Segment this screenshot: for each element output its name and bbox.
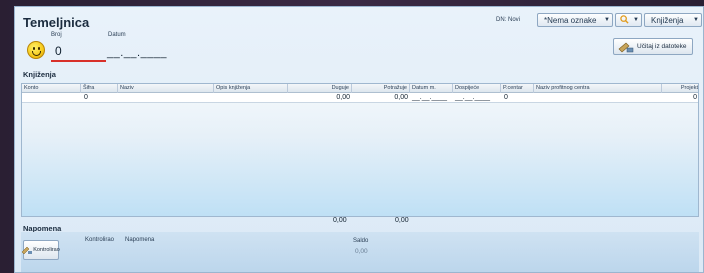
- col-datum-m[interactable]: Datum m.: [410, 84, 453, 93]
- cell-duguje[interactable]: 0,00: [288, 93, 350, 103]
- cell-projekt[interactable]: 0: [662, 93, 697, 103]
- col-potrazuje[interactable]: Potražuje: [352, 84, 410, 93]
- col-projekt[interactable]: Projekt: [662, 84, 700, 93]
- dn-status: DN: Novi: [496, 17, 521, 23]
- kontrolirao-button[interactable]: Kontrolirao: [21, 240, 60, 260]
- cell-dospijece[interactable]: __.__.____: [455, 93, 490, 103]
- datum-input[interactable]: __.__.____: [107, 47, 167, 59]
- broj-label: Broj: [51, 32, 62, 38]
- kontrolirao-button-label: Kontrolirao: [33, 247, 60, 253]
- import-icon: [618, 41, 634, 53]
- smiley-icon: [27, 41, 45, 59]
- broj-input[interactable]: 0: [55, 44, 62, 58]
- ucitaj-button-label: Učitaj iz datoteke: [637, 43, 687, 50]
- page-title: Temeljnica: [23, 15, 90, 30]
- temeljnica-window: Temeljnica Broj 0 Datum __.__.____ DN: N…: [14, 6, 704, 273]
- cell-datum-m[interactable]: __.__.____: [412, 93, 447, 103]
- col-naziv[interactable]: Naziv: [118, 84, 214, 93]
- col-dospijece[interactable]: Dospijeće: [453, 84, 501, 93]
- col-sifra[interactable]: Šifra: [81, 84, 118, 93]
- ucitaj-iz-datoteke-button[interactable]: Učitaj iz datoteke: [613, 38, 693, 55]
- cell-potrazuje[interactable]: 0,00: [352, 93, 408, 103]
- col-pcentar[interactable]: P.centar: [501, 84, 534, 93]
- napomena-label: Napomena: [125, 237, 155, 243]
- chevron-down-icon: ▼: [633, 17, 639, 23]
- chevron-down-icon: ▼: [604, 17, 610, 23]
- saldo-label: Saldo: [353, 238, 369, 244]
- knjizenja-select-value: Knjiženja: [651, 15, 684, 25]
- knjizenja-select[interactable]: Knjiženja ▼: [644, 13, 702, 27]
- total-potrazuje: 0,00: [395, 217, 409, 224]
- col-naziv-pc[interactable]: Naziv profitnog centra: [534, 84, 662, 93]
- saldo-value: 0,00: [355, 248, 368, 255]
- chevron-down-icon: ▼: [693, 17, 699, 23]
- cell-sifra[interactable]: 0: [84, 93, 88, 103]
- grid-header: Konto Šifra Naziv Opis knjiženja Duguje …: [22, 84, 698, 93]
- oznake-select[interactable]: *Nema oznake ▼: [537, 13, 613, 27]
- oznake-select-value: *Nema oznake: [544, 15, 597, 25]
- broj-input-underline: [51, 60, 106, 62]
- col-opis[interactable]: Opis knjiženja: [214, 84, 288, 93]
- cell-pcentar[interactable]: 0: [504, 93, 508, 103]
- knjizenja-grid[interactable]: Konto Šifra Naziv Opis knjiženja Duguje …: [21, 83, 699, 217]
- total-duguje: 0,00: [333, 217, 347, 224]
- table-row[interactable]: 0 0,00 0,00 __.__.____ __.__.____ 0 0: [22, 93, 698, 103]
- col-duguje[interactable]: Duguje: [288, 84, 352, 93]
- search-button[interactable]: ▼: [615, 13, 642, 27]
- stamp-icon: [21, 246, 33, 255]
- knjizenja-section-title: Knjiženja: [23, 70, 56, 79]
- search-icon: [616, 14, 631, 26]
- col-konto[interactable]: Konto: [22, 84, 81, 93]
- datum-label: Datum: [108, 32, 126, 38]
- kontrolirao-label: Kontrolirao: [85, 237, 115, 243]
